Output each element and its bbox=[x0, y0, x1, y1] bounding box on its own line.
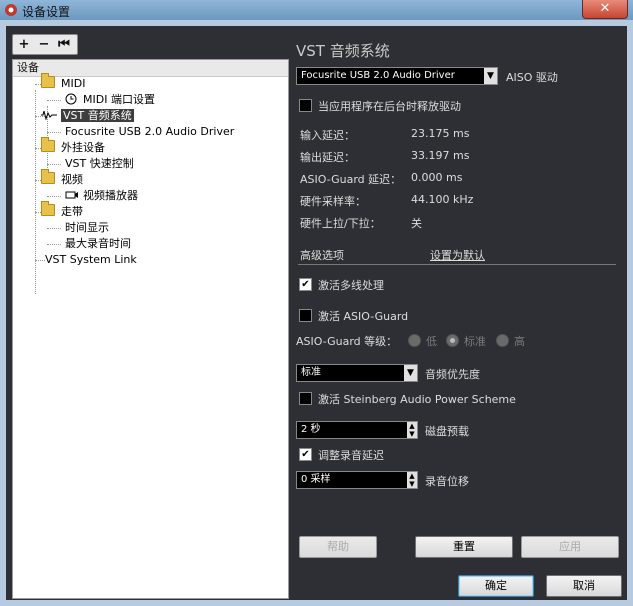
asio-guard-high-radio[interactable] bbox=[496, 334, 509, 347]
pull-up-down-label: 硬件上拉/下拉： bbox=[300, 217, 381, 230]
record-shift-spinbox[interactable]: 0 采样 ▲ ▼ bbox=[296, 471, 418, 489]
spin-arrows-icon[interactable]: ▲ ▼ bbox=[407, 472, 417, 488]
folder-icon bbox=[41, 73, 55, 88]
asio-guard-normal-label: 标准 bbox=[464, 335, 486, 348]
add-button[interactable]: + bbox=[14, 35, 34, 54]
help-button[interactable]: 帮助 bbox=[299, 536, 377, 558]
device-tree-header: 设备 bbox=[13, 60, 288, 77]
tree-item-vst-audio-system[interactable]: VST 音频系统 bbox=[41, 108, 134, 124]
release-driver-checkbox[interactable] bbox=[299, 99, 312, 112]
tree-item-focusrite-driver[interactable]: Focusrite USB 2.0 Audio Driver bbox=[65, 124, 234, 140]
chevron-down-icon: ▼ bbox=[484, 68, 497, 84]
video-icon bbox=[65, 191, 78, 199]
chevron-down-icon: ▼ bbox=[404, 365, 417, 381]
dialog-body: + − ⏮ 设备 MIDI MIDI 端口设置 VST 音频系统 Focusri… bbox=[6, 26, 627, 600]
disk-preload-spinbox[interactable]: 2 秒 ▲ ▼ bbox=[296, 421, 418, 439]
reset-icon-button[interactable]: ⏮ bbox=[54, 35, 74, 54]
power-scheme-checkbox[interactable] bbox=[299, 392, 312, 405]
asio-guard-label: 激活 ASIO-Guard bbox=[318, 310, 409, 323]
window-frame: + − ⏮ 设备 MIDI MIDI 端口设置 VST 音频系统 Focusri… bbox=[0, 20, 633, 606]
folder-icon bbox=[41, 137, 55, 152]
tree-toolbar: + − ⏮ bbox=[12, 34, 78, 55]
output-latency-label: 输出延迟： bbox=[300, 151, 355, 164]
tree-item-midi-ports[interactable]: MIDI 端口设置 bbox=[65, 92, 155, 108]
pull-up-down-value: 关 bbox=[411, 217, 422, 230]
asio-guard-checkbox[interactable] bbox=[299, 309, 312, 322]
apply-button[interactable]: 应用 bbox=[521, 536, 619, 558]
sample-rate-value: 44.100 kHz bbox=[411, 193, 474, 206]
asio-guard-latency-value: 0.000 ms bbox=[411, 171, 463, 184]
separator bbox=[298, 264, 616, 265]
tree-item-vst-system-link[interactable]: VST System Link bbox=[45, 252, 137, 268]
audio-priority-select[interactable]: 标准 ▼ bbox=[296, 364, 418, 382]
asio-guard-low-radio[interactable] bbox=[408, 334, 421, 347]
asio-driver-select[interactable]: Focusrite USB 2.0 Audio Driver ▼ bbox=[296, 67, 498, 85]
multithread-label: 激活多线处理 bbox=[318, 279, 384, 292]
close-button[interactable]: ✕ bbox=[582, 0, 628, 19]
multithread-checkbox[interactable]: ✔ bbox=[299, 278, 312, 291]
tree-item-transport[interactable]: 走带 bbox=[41, 201, 83, 220]
app-icon bbox=[5, 4, 17, 16]
settings-panel: VST 音频系统 Focusrite USB 2.0 Audio Driver … bbox=[291, 26, 621, 600]
power-scheme-label: 激活 Steinberg Audio Power Scheme bbox=[318, 393, 516, 406]
record-shift-label: 录音位移 bbox=[425, 475, 469, 488]
cancel-button[interactable]: 取消 bbox=[546, 575, 622, 597]
tree-item-external-devices[interactable]: 外挂设备 bbox=[41, 137, 105, 156]
asio-driver-label: AISO 驱动 bbox=[506, 71, 558, 84]
set-default-link[interactable]: 设置为默认 bbox=[430, 247, 485, 263]
spin-arrows-icon[interactable]: ▲ ▼ bbox=[407, 422, 417, 438]
audio-priority-label: 音频优先度 bbox=[425, 368, 480, 381]
device-tree-panel: 设备 MIDI MIDI 端口设置 VST 音频系统 Focusrite USB… bbox=[12, 59, 289, 599]
ok-button[interactable]: 确定 bbox=[458, 575, 534, 597]
tree-item-time-display[interactable]: 时间显示 bbox=[65, 220, 109, 236]
adjust-latency-label: 调整录音延迟 bbox=[318, 449, 384, 462]
sample-rate-label: 硬件采样率： bbox=[300, 195, 366, 208]
title-bar: 设备设置 ✕ bbox=[0, 0, 633, 20]
device-tree: MIDI MIDI 端口设置 VST 音频系统 Focusrite USB 2.… bbox=[13, 73, 288, 576]
reset-button[interactable]: 重置 bbox=[415, 536, 513, 558]
adjust-latency-checkbox[interactable]: ✔ bbox=[299, 448, 312, 461]
input-latency-label: 输入延迟： bbox=[300, 129, 355, 142]
release-driver-label: 当应用程序在后台时释放驱动 bbox=[318, 100, 461, 113]
asio-guard-level-label: ASIO-Guard 等级： bbox=[296, 335, 398, 348]
tree-item-video[interactable]: 视频 bbox=[41, 169, 83, 188]
tree-item-vst-quick-controls[interactable]: VST 快速控制 bbox=[65, 156, 134, 172]
remove-button[interactable]: − bbox=[34, 35, 54, 54]
input-latency-value: 23.175 ms bbox=[411, 127, 470, 140]
asio-guard-latency-label: ASIO-Guard 延迟： bbox=[300, 173, 402, 186]
folder-icon bbox=[41, 169, 55, 184]
advanced-options-label: 高级选项 bbox=[300, 249, 344, 262]
clock-icon bbox=[65, 93, 77, 105]
audio-icon bbox=[41, 110, 57, 121]
section-title: VST 音频系统 bbox=[296, 42, 390, 60]
window-title: 设备设置 bbox=[22, 5, 71, 19]
tree-item-midi[interactable]: MIDI bbox=[41, 73, 85, 92]
asio-guard-high-label: 高 bbox=[514, 335, 525, 348]
tree-item-max-record-time[interactable]: 最大录音时间 bbox=[65, 236, 131, 252]
folder-icon bbox=[41, 201, 55, 216]
disk-preload-label: 磁盘预载 bbox=[425, 425, 469, 438]
output-latency-value: 33.197 ms bbox=[411, 149, 470, 162]
asio-guard-normal-radio[interactable] bbox=[446, 334, 459, 347]
tree-item-video-player[interactable]: 视频播放器 bbox=[65, 188, 138, 204]
asio-guard-low-label: 低 bbox=[426, 335, 437, 348]
